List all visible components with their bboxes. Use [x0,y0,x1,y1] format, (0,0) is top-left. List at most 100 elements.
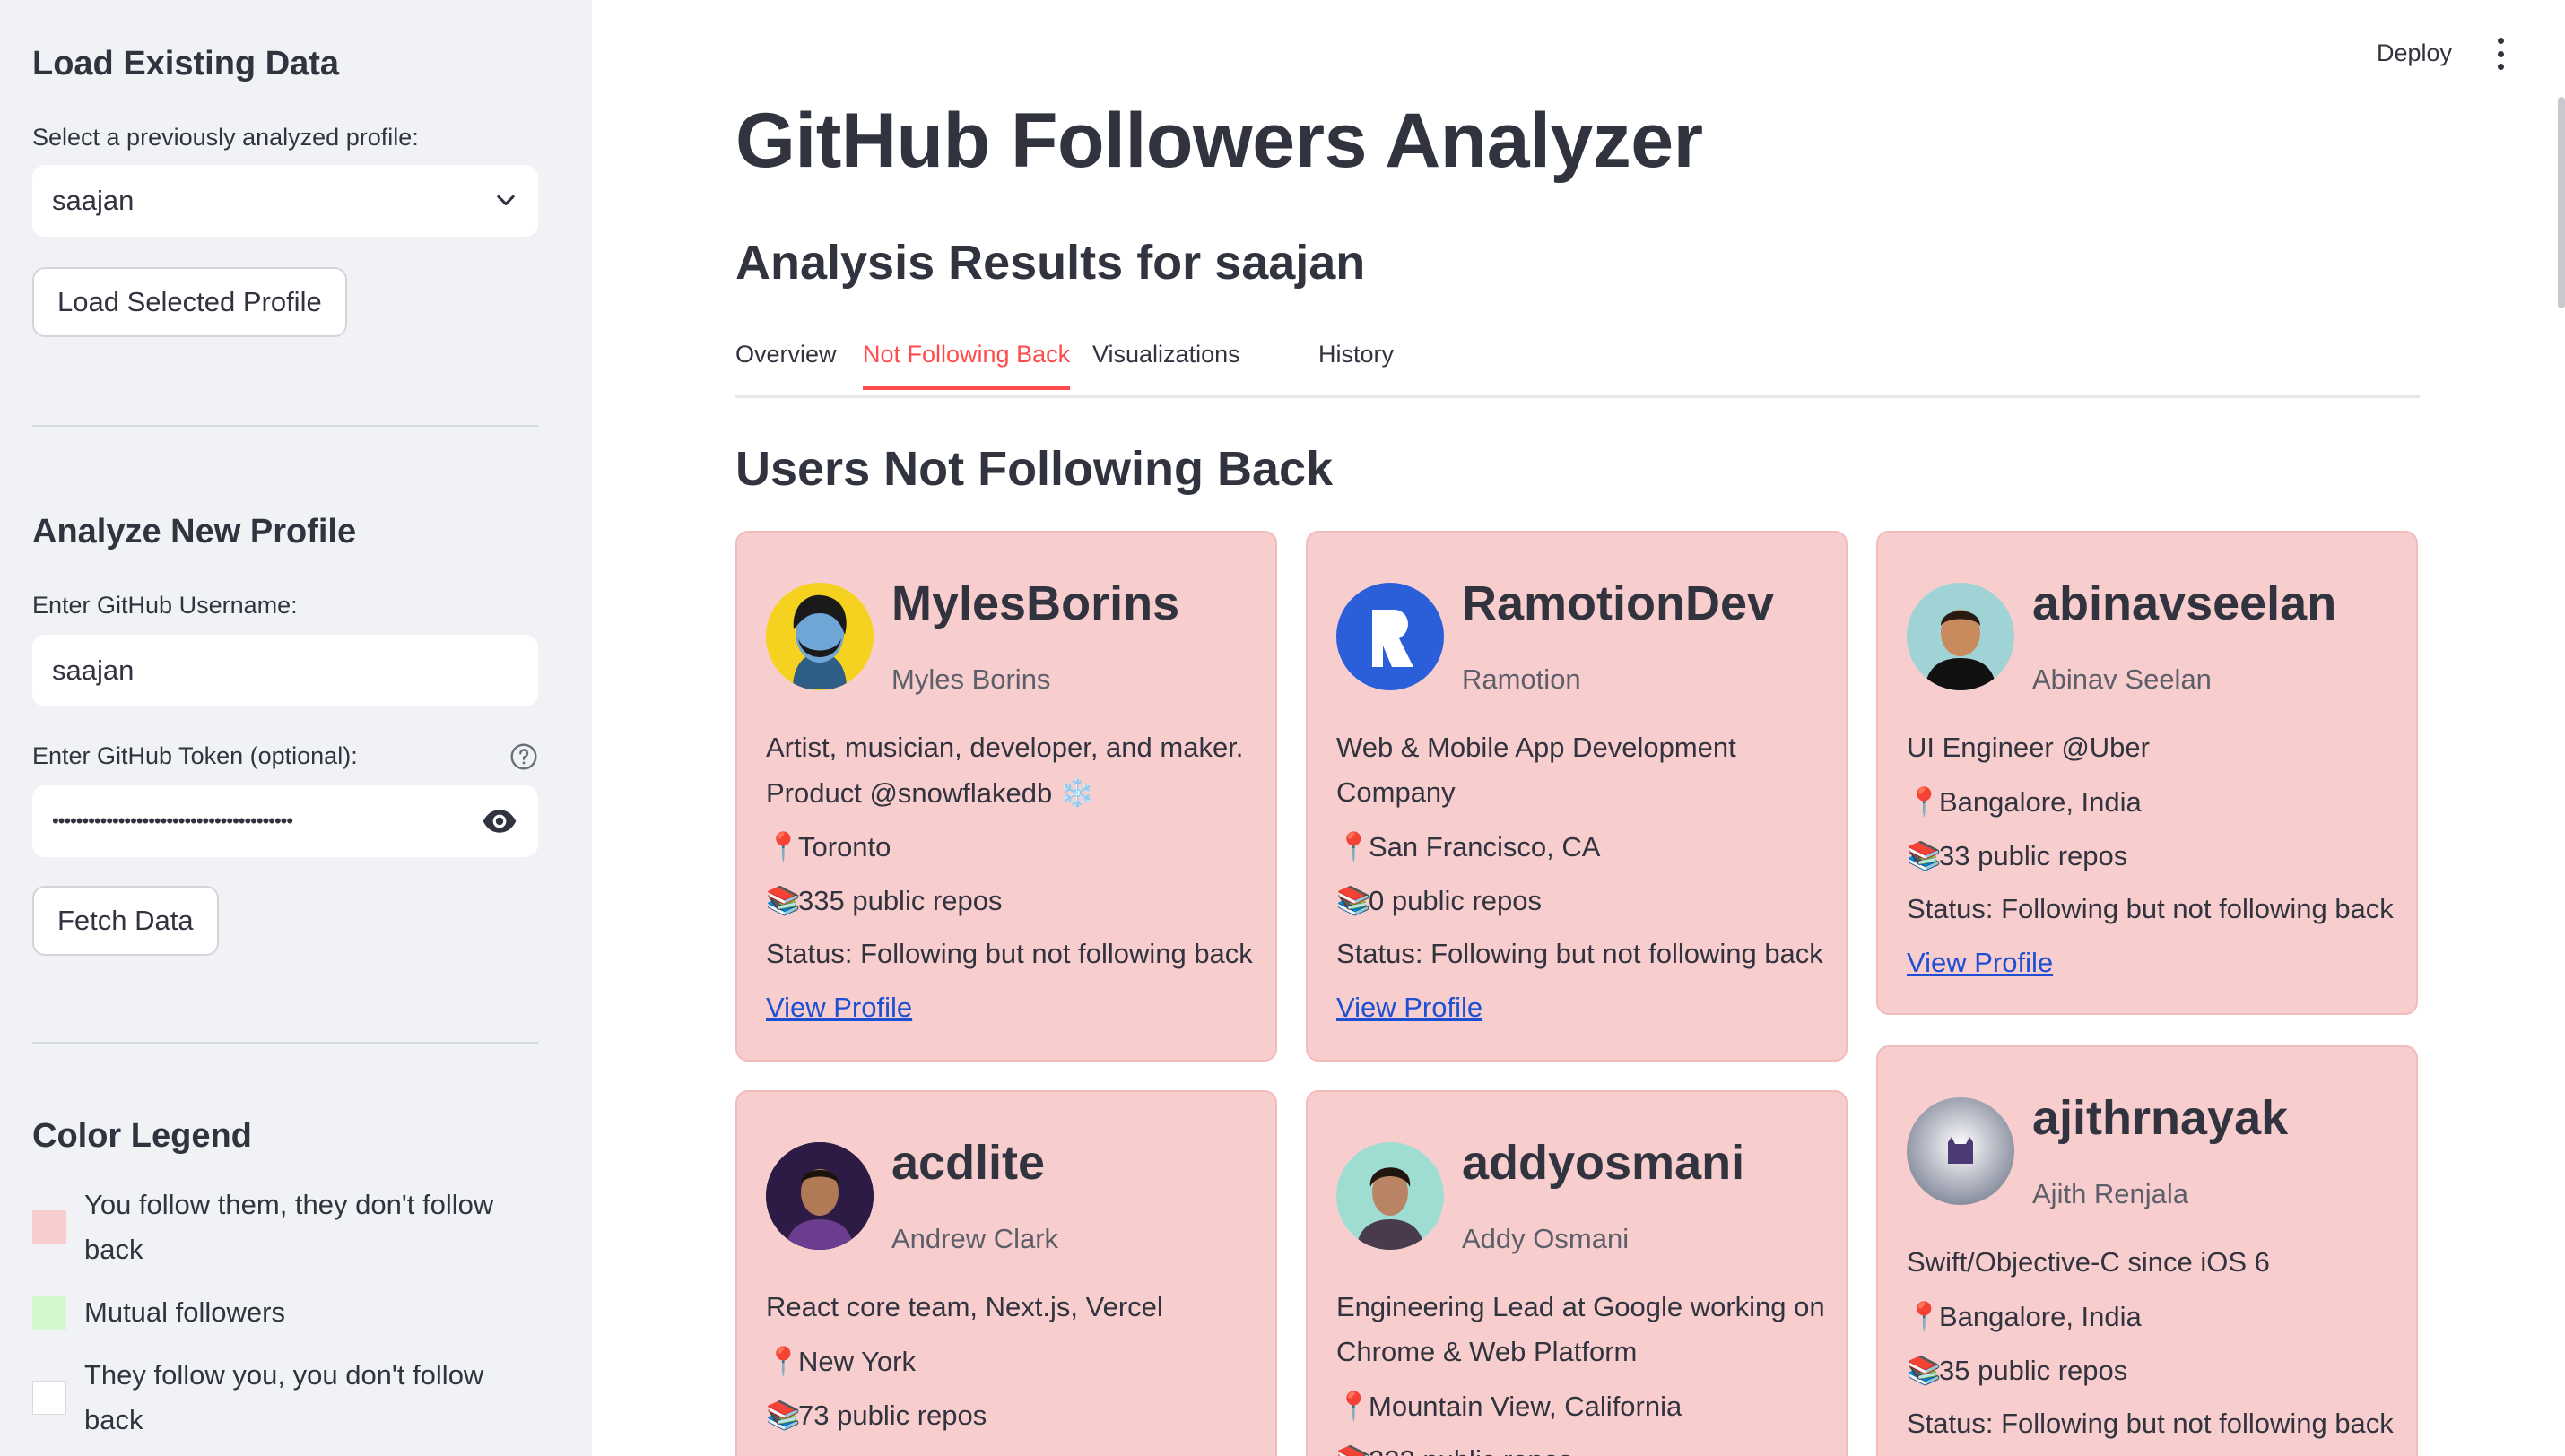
section-heading: Users Not Following Back [735,442,1334,496]
user-card-acdlite: acdlite Andrew Clark React core team, Ne… [735,1090,1277,1456]
card-name: Addy Osmani [1462,1223,1630,1254]
avatar [766,1142,874,1250]
legend-label-they-follow-2: back [84,1404,143,1435]
books-icon: 📚 [1907,840,1942,871]
help-icon[interactable] [509,742,538,771]
card-repos: 📚0 public repos [1336,885,1543,916]
profile-select[interactable]: saajan [32,165,538,237]
books-icon: 📚 [766,1400,801,1431]
card-repos: 📚73 public repos [766,1400,987,1431]
books-icon: 📚 [1907,1355,1942,1386]
username-input[interactable]: saajan [32,635,538,706]
user-card-ajithrnayak: ajithrnayak Ajith Renjala Swift/Objectiv… [1876,1045,2418,1456]
tab-overview[interactable]: Overview [735,341,837,386]
card-location: 📍Bangalore, India [1907,1301,2142,1332]
avatar [1907,1097,2014,1205]
card-status: Status: Following but not following back [766,938,1253,969]
card-bio: Artist, musician, developer, and maker. [766,732,1244,763]
books-icon: 📚 [1336,1443,1371,1456]
card-bio: Swift/Objective-C since iOS 6 [1907,1246,2270,1278]
card-login: abinavseelan [2032,576,2337,630]
token-input[interactable]: •••••••••••••••••••••••••••••••••••••••• [32,785,538,857]
legend-label-not-following: You follow them, they don't follow [84,1189,494,1220]
user-card-abinavseelan: abinavseelan Abinav Seelan UI Engineer @… [1876,531,2418,1015]
scrollbar[interactable] [2558,97,2565,308]
pin-icon: 📍 [1336,1391,1371,1422]
pin-icon: 📍 [766,831,801,862]
page-title: GitHub Followers Analyzer [735,98,1703,184]
card-bio-2: Company [1336,776,1456,808]
legend-label-not-following-2: back [84,1234,143,1265]
card-status: Status: Following but not following back [1907,893,2394,924]
avatar [1336,583,1444,690]
chevron-down-icon [497,195,515,206]
more-menu-icon[interactable] [2495,38,2506,70]
card-name: Ramotion [1462,663,1581,695]
avatar [766,583,874,690]
pin-icon: 📍 [1907,786,1942,818]
pin-icon: 📍 [1907,1301,1942,1332]
card-bio: Web & Mobile App Development [1336,732,1736,763]
tab-history[interactable]: History [1318,341,1394,386]
card-location: 📍Bangalore, India [1907,786,2142,818]
card-status: Status: Following but not following back [1907,1408,2394,1439]
user-card-mylesborins: MylesBorins Myles Borins Artist, musicia… [735,531,1277,1062]
view-profile-link[interactable]: View Profile [766,992,912,1024]
books-icon: 📚 [766,885,801,916]
card-login: RamotionDev [1462,576,1775,630]
tab-not-following-back[interactable]: Not Following Back [863,341,1071,390]
fetch-data-button[interactable]: Fetch Data [32,886,219,956]
profile-select-value: saajan [52,185,135,216]
card-login: ajithrnayak [2032,1091,2289,1145]
books-icon: 📚 [1336,885,1371,916]
card-status: Status: Following but not following back [1336,938,1823,969]
legend-swatch-not-following [32,1210,66,1244]
token-input-value: •••••••••••••••••••••••••••••••••••••••• [52,810,293,832]
card-repos: 📚33 public repos [1907,840,2128,871]
username-input-value: saajan [52,654,135,686]
sidebar-divider-2 [32,1042,538,1044]
legend-swatch-mutual [32,1296,66,1330]
card-name: Andrew Clark [891,1223,1059,1254]
avatar [1907,583,2014,690]
load-existing-heading: Load Existing Data [32,45,340,82]
profile-select-label: Select a previously analyzed profile: [32,124,419,151]
card-location: 📍San Francisco, CA [1336,831,1601,862]
avatar [1336,1142,1444,1250]
username-label: Enter GitHub Username: [32,592,298,619]
user-card-addyosmani: addyosmani Addy Osmani Engineering Lead … [1306,1090,1848,1456]
sidebar-divider [32,425,538,427]
card-location: 📍Toronto [766,831,891,862]
deploy-button[interactable]: Deploy [2377,39,2452,67]
card-bio-2: Product @snowflakedb ❄️ [766,777,1095,809]
view-profile-link[interactable]: View Profile [1336,992,1482,1024]
card-bio-2: Chrome & Web Platform [1336,1336,1638,1367]
card-name: Ajith Renjala [2032,1178,2189,1209]
card-repos: 📚35 public repos [1907,1355,2128,1386]
card-location: 📍Mountain View, California [1336,1391,1682,1422]
card-location: 📍New York [766,1346,916,1377]
view-profile-link[interactable]: View Profile [1907,947,2053,979]
pin-icon: 📍 [1336,831,1371,862]
tab-bar: Overview Not Following Back Visualizatio… [735,341,2420,398]
load-selected-profile-button[interactable]: Load Selected Profile [32,267,347,337]
legend-swatch-they-follow [32,1381,66,1415]
card-repos: 📚222 public repos [1336,1443,1573,1456]
color-legend-heading: Color Legend [32,1117,252,1155]
main-content: Deploy GitHub Followers Analyzer Analysi… [592,0,2565,1456]
legend-label-mutual: Mutual followers [84,1296,285,1328]
token-label: Enter GitHub Token (optional): [32,742,358,769]
tab-visualizations[interactable]: Visualizations [1092,341,1240,386]
card-login: acdlite [891,1136,1046,1190]
card-name: Myles Borins [891,663,1051,695]
eye-icon[interactable] [481,802,518,840]
card-repos: 📚335 public repos [766,885,1003,916]
card-bio: React core team, Next.js, Vercel [766,1291,1163,1322]
legend-label-they-follow: They follow you, you don't follow [84,1359,484,1391]
card-bio: UI Engineer @Uber [1907,732,2150,763]
sidebar: Load Existing Data Select a previously a… [0,0,592,1456]
analysis-subtitle: Analysis Results for saajan [735,236,1366,290]
card-name: Abinav Seelan [2032,663,2212,695]
card-login: addyosmani [1462,1136,1745,1190]
card-bio: Engineering Lead at Google working on [1336,1291,1825,1322]
